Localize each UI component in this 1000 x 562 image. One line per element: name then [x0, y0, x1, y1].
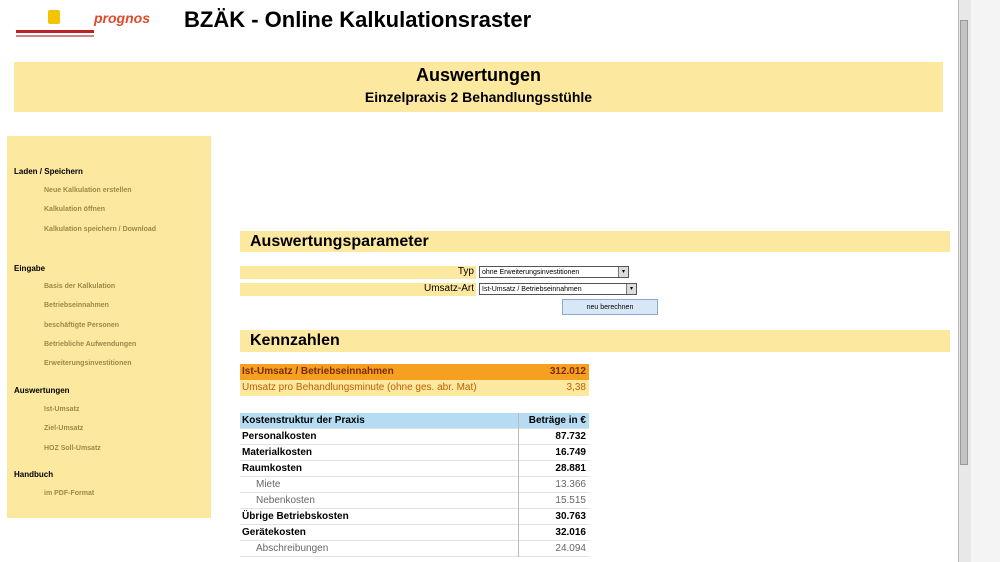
- prognos-logo: prognos: [14, 8, 164, 40]
- row-value: 32.016: [555, 527, 586, 538]
- app-title: BZÄK - Online Kalkulationsraster: [184, 7, 532, 32]
- page-subtitle: Einzelpraxis 2 Behandlungsstühle: [364, 89, 593, 105]
- kennzahlen-box: Ist-Umsatz / Betriebseinnahmen 312.012 U…: [240, 364, 589, 398]
- sidebar-item-erweiterung[interactable]: Erweiterungsinvestitionen: [44, 359, 194, 369]
- umsatz-art-select[interactable]: Ist-Umsatz / Betriebseinnahmen ▾: [479, 283, 637, 295]
- table-row: Miete 13.366: [240, 477, 589, 493]
- table-row: Raumkosten 28.881: [240, 461, 589, 477]
- sidebar-item-pdf[interactable]: im PDF-Format: [44, 489, 194, 499]
- table-row: Personalkosten 87.732: [240, 429, 589, 445]
- umsatz-art-select-value: Ist-Umsatz / Betriebseinnahmen: [482, 286, 582, 293]
- row-value: 15.515: [555, 495, 586, 506]
- sidebar-item-ist-umsatz[interactable]: Ist-Umsatz: [44, 405, 194, 415]
- param-row-typ: Typ: [240, 266, 476, 279]
- sidebar-item-aufwendungen[interactable]: Betriebliche Aufwendungen: [44, 340, 194, 350]
- kennzahl-label: Umsatz pro Behandlungsminute (ohne ges. …: [242, 382, 477, 393]
- row-label: Personalkosten: [242, 431, 317, 442]
- table-row: Materialkosten 16.749: [240, 445, 589, 461]
- kennzahl-umsatz-pro-minute: Umsatz pro Behandlungsminute (ohne ges. …: [240, 380, 589, 396]
- page-banner: Auswertungen Einzelpraxis 2 Behandlungss…: [14, 62, 943, 112]
- section-header-kennzahlen: Kennzahlen: [240, 330, 950, 352]
- kennzahl-label: Ist-Umsatz / Betriebseinnahmen: [242, 366, 394, 377]
- kennzahl-ist-umsatz: Ist-Umsatz / Betriebseinnahmen 312.012: [240, 364, 589, 380]
- sidebar-item-personen[interactable]: beschäftigte Personen: [44, 321, 194, 331]
- typ-select[interactable]: ohne Erweiterungsinvestitionen ▾: [479, 266, 629, 278]
- row-value: 30.763: [555, 511, 586, 522]
- sidebar-item-hoz-soll-umsatz[interactable]: HOZ Soll-Umsatz: [44, 444, 194, 454]
- column-divider: [518, 525, 519, 541]
- column-header-label: Kostenstruktur der Praxis: [242, 415, 365, 426]
- column-divider: [518, 429, 519, 445]
- column-divider: [518, 461, 519, 477]
- table-row: Abschreibungen 24.094: [240, 541, 589, 557]
- table-row: Gerätekosten 32.016: [240, 525, 589, 541]
- sidebar-item-neue-kalkulation[interactable]: Neue Kalkulation erstellen: [44, 186, 194, 196]
- table-row: Nebenkosten 15.515: [240, 493, 589, 509]
- typ-label: Typ: [457, 266, 474, 277]
- window-edge: [971, 0, 1000, 562]
- row-label: Gerätekosten: [242, 527, 306, 538]
- sidebar-heading-laden: Laden / Speichern: [14, 167, 83, 176]
- logo-stripe: [16, 30, 94, 33]
- row-value: 13.366: [555, 479, 586, 490]
- param-row-umsatz: Umsatz-Art: [240, 283, 476, 296]
- sidebar-item-ziel-umsatz[interactable]: Ziel-Umsatz: [44, 424, 194, 434]
- column-divider: [518, 445, 519, 461]
- row-value: 28.881: [555, 463, 586, 474]
- logo-text: prognos: [94, 10, 150, 26]
- sidebar-heading-handbuch: Handbuch: [14, 470, 54, 479]
- column-divider: [518, 413, 519, 429]
- column-header-value: Beträge in €: [528, 415, 586, 426]
- sidebar-item-kalkulation-oeffnen[interactable]: Kalkulation öffnen: [44, 205, 194, 215]
- column-divider: [518, 477, 519, 493]
- page-title: Auswertungen: [415, 65, 541, 85]
- sidebar-heading-auswertungen: Auswertungen: [14, 386, 70, 395]
- row-value: 24.094: [555, 543, 586, 554]
- row-label: Übrige Betriebskosten: [242, 511, 349, 522]
- chevron-down-icon[interactable]: ▾: [618, 267, 628, 277]
- sidebar-item-basis[interactable]: Basis der Kalkulation: [44, 282, 194, 292]
- row-label: Materialkosten: [242, 447, 313, 458]
- typ-select-value: ohne Erweiterungsinvestitionen: [482, 269, 580, 276]
- table-header-row: Kostenstruktur der Praxis Beträge in €: [240, 413, 589, 429]
- section-header-parameter: Auswertungsparameter: [240, 231, 950, 252]
- row-label: Miete: [256, 479, 281, 490]
- umsatz-art-label: Umsatz-Art: [424, 283, 474, 294]
- table-row: Übrige Betriebskosten 30.763: [240, 509, 589, 525]
- sidebar-nav: Laden / Speichern Neue Kalkulation erste…: [7, 136, 211, 518]
- row-value: 16.749: [555, 447, 586, 458]
- column-divider: [518, 509, 519, 525]
- column-divider: [518, 493, 519, 509]
- row-label: Nebenkosten: [256, 495, 315, 506]
- sidebar-heading-eingabe: Eingabe: [14, 264, 46, 273]
- logo-stripe: [16, 35, 94, 37]
- row-label: Abschreibungen: [256, 543, 329, 554]
- recalculate-button[interactable]: neu berechnen: [562, 299, 658, 315]
- bzaek-emblem-icon: [48, 10, 60, 24]
- chevron-down-icon[interactable]: ▾: [626, 284, 636, 294]
- scrollbar-thumb[interactable]: [960, 20, 968, 465]
- kennzahl-value: 312.012: [549, 366, 586, 377]
- sidebar-item-kalkulation-speichern[interactable]: Kalkulation speichern / Download: [44, 225, 194, 235]
- row-value: 87.732: [555, 431, 586, 442]
- sidebar-item-betriebseinnahmen[interactable]: Betriebseinnahmen: [44, 301, 194, 311]
- row-label: Raumkosten: [242, 463, 303, 474]
- kennzahl-value: 3,38: [566, 382, 586, 393]
- column-divider: [518, 541, 519, 557]
